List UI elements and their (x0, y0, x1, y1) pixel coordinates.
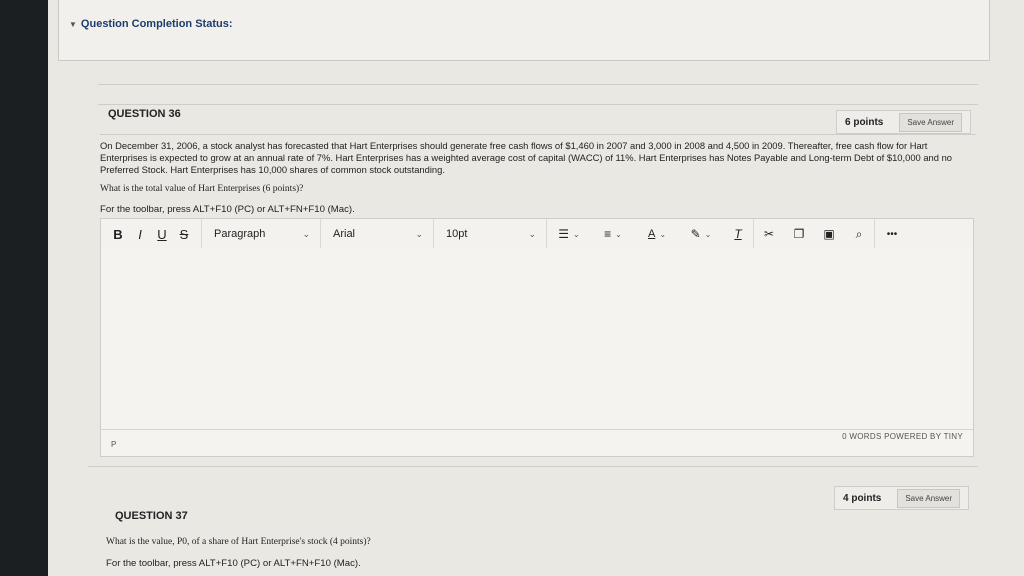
completion-status-panel: ▼ Question Completion Status: (58, 0, 990, 61)
strikethrough-button[interactable]: S (173, 219, 195, 249)
completion-status-label: Question Completion Status: (80, 18, 233, 30)
word-count: 0 WORDS POWERED BY TINY (842, 432, 963, 441)
font-size-value: 10pt (446, 228, 468, 240)
editor-toolbar: B I U S Paragraph ⌄ Arial ⌄ 10pt ⌄ ☰ ⌄ ≡ ⌄… (100, 218, 974, 250)
paragraph-select-value: Paragraph (214, 228, 266, 240)
cut-button[interactable]: ✂ (754, 219, 784, 249)
copy-button[interactable]: ❐ (784, 219, 814, 249)
chevron-down-icon: ⌄ (659, 229, 667, 239)
question-36-title: QUESTION 36 (108, 108, 181, 120)
chevron-down-icon: ⌄ (302, 228, 310, 239)
paste-button[interactable]: ▣ (814, 219, 844, 249)
bold-button[interactable]: B (107, 219, 129, 249)
element-path[interactable]: P (111, 440, 116, 449)
editor-statusbar: P 0 WORDS POWERED BY TINY (101, 429, 973, 456)
save-answer-button[interactable]: Save Answer (897, 488, 961, 508)
page: ▼ Question Completion Status: QUESTION 36… (48, 0, 1024, 576)
question-36-points-box: 6 points Save Answer (836, 110, 972, 134)
font-size-select[interactable]: 10pt ⌄ (434, 219, 546, 249)
numbered-list-icon: ≡ (604, 227, 612, 241)
bullet-list-icon: ☰ (558, 227, 570, 241)
find-button[interactable]: ⌕ (844, 219, 874, 249)
question-36-points: 6 points (845, 116, 884, 128)
text-color-icon: A (647, 228, 656, 240)
clear-formatting-button[interactable]: T (723, 219, 753, 249)
completion-status-toggle[interactable]: ▼ Question Completion Status: (69, 18, 232, 30)
text-color-button[interactable]: A ⌄ (635, 219, 679, 249)
search-icon: ⌕ (855, 226, 863, 241)
more-options-button[interactable]: ••• (875, 219, 909, 249)
chevron-down-icon: ⌄ (704, 229, 712, 239)
italic-button[interactable]: I (129, 219, 151, 249)
clipboard-icon: ▣ (823, 227, 835, 241)
save-answer-button[interactable]: Save Answer (899, 112, 963, 132)
question-36-prompt: What is the total value of Hart Enterpri… (100, 184, 304, 194)
chevron-down-icon: ⌄ (615, 229, 622, 239)
chevron-down-icon: ▼ (69, 20, 77, 29)
font-family-value: Arial (333, 228, 356, 240)
divider (100, 134, 976, 135)
underline-button[interactable]: U (151, 219, 173, 249)
toolbar-hint: For the toolbar, press ALT+F10 (PC) or A… (106, 558, 361, 569)
copy-icon: ❐ (793, 227, 805, 241)
scissors-icon: ✂ (763, 227, 775, 241)
chevron-down-icon: ⌄ (573, 229, 580, 239)
highlighter-icon: ✎ (690, 227, 701, 241)
divider (98, 104, 978, 105)
question-37-prompt: What is the value, P0, of a share of Har… (106, 537, 371, 547)
question-37-title: QUESTION 37 (115, 510, 188, 522)
chevron-down-icon: ⌄ (415, 228, 423, 239)
clear-formatting-icon: T (734, 227, 742, 241)
question-36-text: On December 31, 2006, a stock analyst ha… (100, 140, 953, 175)
answer-editor[interactable]: P 0 WORDS POWERED BY TINY (100, 248, 974, 457)
font-family-select[interactable]: Arial ⌄ (321, 219, 433, 249)
numbered-list-button[interactable]: ≡ ⌄ (591, 219, 635, 249)
highlight-color-button[interactable]: ✎ ⌄ (679, 219, 723, 249)
question-37-points-box: 4 points Save Answer (834, 486, 970, 510)
toolbar-hint: For the toolbar, press ALT+F10 (PC) or A… (100, 204, 355, 215)
bullet-list-button[interactable]: ☰ ⌄ (547, 219, 591, 249)
divider (98, 84, 978, 85)
divider (88, 466, 978, 467)
paragraph-select[interactable]: Paragraph ⌄ (202, 219, 320, 249)
question-37-points: 4 points (843, 492, 882, 504)
chevron-down-icon: ⌄ (528, 228, 536, 239)
